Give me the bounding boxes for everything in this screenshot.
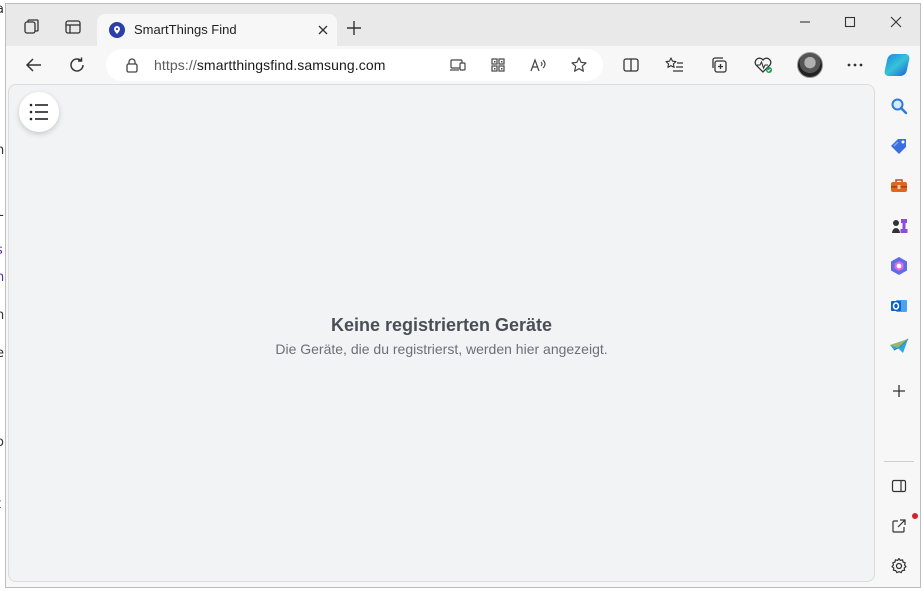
empty-state-subtitle: Die Geräte, die du registrierst, werden … bbox=[275, 341, 608, 357]
bg-char: o bbox=[0, 435, 4, 450]
browser-essentials-icon[interactable] bbox=[749, 52, 777, 78]
bg-char: h bbox=[0, 308, 5, 323]
refresh-icon[interactable] bbox=[63, 52, 91, 78]
bg-char: s bbox=[0, 243, 3, 258]
toolbox-icon[interactable] bbox=[887, 174, 911, 198]
tab-strip: SmartThings Find bbox=[6, 4, 920, 47]
collections-icon[interactable] bbox=[705, 52, 733, 78]
new-tab-icon[interactable] bbox=[344, 18, 364, 38]
lock-icon[interactable] bbox=[124, 57, 140, 73]
edge-sidebar bbox=[878, 84, 920, 587]
search-icon[interactable] bbox=[887, 94, 911, 118]
profile-avatar[interactable] bbox=[797, 52, 823, 78]
app-available-icon[interactable] bbox=[447, 55, 469, 75]
url-host: smartthingsfind.samsung.com bbox=[196, 57, 386, 73]
address-bar[interactable]: https://smartthingsfind.samsung.com bbox=[106, 49, 603, 81]
sidebar-divider bbox=[884, 461, 914, 462]
toolbar: https://smartthingsfind.samsung.com bbox=[6, 46, 920, 84]
close-tab-icon[interactable] bbox=[315, 22, 331, 38]
outlook-icon[interactable] bbox=[887, 294, 911, 318]
m365-icon[interactable] bbox=[887, 254, 911, 278]
favorites-icon[interactable] bbox=[661, 52, 689, 78]
split-pane-icon[interactable] bbox=[887, 474, 911, 498]
shopping-tag-icon[interactable] bbox=[887, 134, 911, 158]
bg-char: t bbox=[0, 497, 1, 512]
qr-code-icon[interactable] bbox=[487, 55, 509, 75]
settings-icon[interactable] bbox=[887, 554, 911, 578]
location-pin-icon bbox=[109, 22, 125, 38]
tab-smartthings-find[interactable]: SmartThings Find bbox=[97, 14, 337, 47]
external-link-icon[interactable] bbox=[887, 514, 911, 538]
list-menu-icon bbox=[29, 103, 48, 121]
tab-actions-icon[interactable] bbox=[59, 16, 87, 38]
more-icon[interactable] bbox=[841, 52, 869, 78]
url-scheme: https:// bbox=[154, 57, 197, 73]
back-icon[interactable] bbox=[20, 52, 48, 78]
tab-title: SmartThings Find bbox=[134, 22, 237, 37]
close-window-icon[interactable] bbox=[881, 12, 911, 32]
maximize-icon[interactable] bbox=[835, 12, 865, 32]
bg-char: n bbox=[0, 143, 5, 158]
bg-char: a bbox=[0, 2, 4, 17]
telegram-icon[interactable] bbox=[887, 334, 911, 358]
workspaces-icon[interactable] bbox=[18, 16, 46, 38]
bg-char: e bbox=[0, 346, 4, 361]
favorite-star-icon[interactable] bbox=[568, 55, 590, 75]
read-aloud-icon[interactable] bbox=[527, 55, 549, 75]
games-icon[interactable] bbox=[887, 214, 911, 238]
bg-char: n bbox=[0, 270, 5, 285]
empty-state-title: Keine registrierten Geräte bbox=[330, 315, 553, 335]
bg-char: L bbox=[0, 205, 3, 220]
page-content: Keine registrierten Geräte Die Geräte, d… bbox=[8, 84, 875, 582]
browser-window: SmartThings Find https://smartthingsfind… bbox=[5, 3, 921, 588]
split-screen-icon[interactable] bbox=[617, 52, 645, 78]
add-icon[interactable] bbox=[887, 379, 911, 403]
minimize-icon[interactable] bbox=[790, 12, 820, 32]
url-text[interactable]: https://smartthingsfind.samsung.com bbox=[154, 57, 386, 73]
menu-button[interactable] bbox=[19, 92, 59, 132]
copilot-icon[interactable] bbox=[883, 54, 911, 76]
notification-dot bbox=[912, 513, 918, 519]
